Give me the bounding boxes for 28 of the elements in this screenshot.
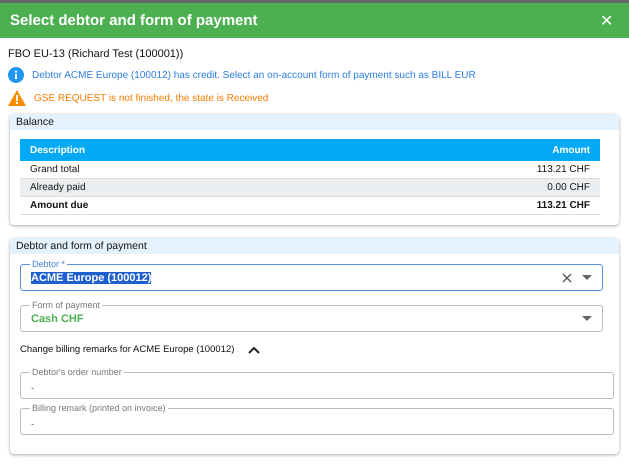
close-button[interactable]: ✕ <box>598 10 615 30</box>
chevron-up-icon[interactable] <box>248 346 260 354</box>
table-cell: Amount due <box>20 196 320 214</box>
subtitle: FBO EU-13 (Richard Test (100001)) <box>8 48 184 60</box>
table-cell: 113.21 CHF <box>319 196 600 214</box>
field-value: - <box>31 419 34 430</box>
section-header: Balance <box>10 114 619 130</box>
column-header: Description <box>20 139 320 161</box>
field-label: Form of payment <box>30 300 102 310</box>
info-icon <box>8 67 24 83</box>
field-label: Debtor * <box>30 259 68 269</box>
field-label: Billing remark (printed on invoice) <box>30 403 168 413</box>
dropdown-icon[interactable] <box>582 316 592 322</box>
field-value: Cash CHF <box>31 312 84 324</box>
column-header: Amount <box>319 139 600 161</box>
field-value: - <box>31 383 34 394</box>
section-header: Debtor and form of payment <box>10 238 619 254</box>
warning-icon <box>8 90 26 106</box>
field-value: ACME Europe (100012) <box>31 272 152 284</box>
billing-remarks-label: Change billing remarks for ACME Europe (100012) <box>20 344 234 355</box>
message-text: Debtor ACME Europe (100012) has credit. Select an on-account form of payment such as BILL EUR <box>32 70 476 80</box>
table-cell: 0.00 CHF <box>319 178 600 196</box>
table-cell: Already paid <box>20 178 320 196</box>
field-label: Debtor's order number <box>30 367 124 377</box>
message-text: GSE REQUEST is not finished, the state is Received <box>34 92 268 104</box>
clear-icon[interactable] <box>562 272 572 282</box>
dropdown-icon[interactable] <box>582 274 592 280</box>
dialog-title: Select debtor and form of payment <box>10 12 258 29</box>
